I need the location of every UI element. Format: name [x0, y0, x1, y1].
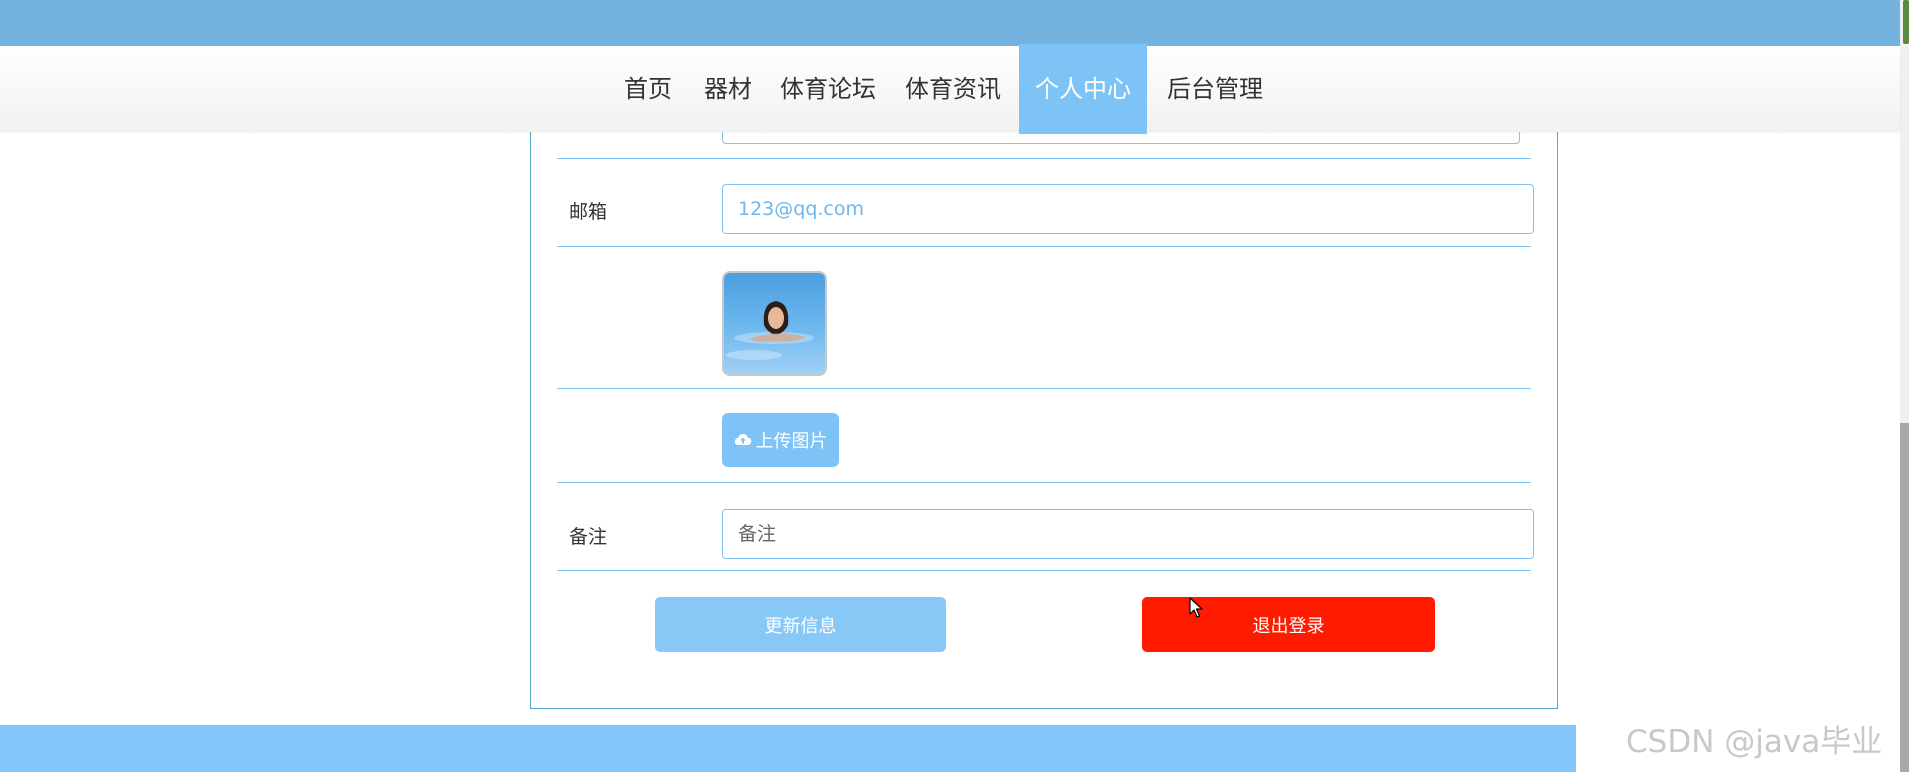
main-nav: 首页 器材 体育论坛 体育资讯 个人中心 后台管理	[0, 44, 1900, 134]
mouse-pointer-icon	[1189, 597, 1203, 623]
top-band	[0, 0, 1900, 46]
nav-item-forum[interactable]: 体育论坛	[776, 46, 880, 132]
upload-button-label: 上传图片	[755, 431, 828, 452]
nav-item-home[interactable]: 首页	[620, 46, 676, 132]
email-field[interactable]	[722, 184, 1534, 234]
nav-item-news[interactable]: 体育资讯	[901, 46, 1005, 132]
logout-button[interactable]: 退出登录	[1142, 597, 1435, 652]
row-divider	[557, 246, 1531, 247]
nav-item-personal-center[interactable]: 个人中心	[1019, 44, 1147, 134]
footer-band	[0, 725, 1576, 772]
cloud-upload-icon	[734, 430, 752, 451]
email-label: 邮箱	[569, 201, 608, 223]
remark-label: 备注	[569, 526, 608, 548]
nav-item-admin[interactable]: 后台管理	[1160, 46, 1270, 132]
scrollbar-thumb[interactable]	[1900, 423, 1909, 772]
nav-item-equipment[interactable]: 器材	[700, 46, 756, 132]
avatar	[722, 271, 827, 376]
row-divider	[557, 388, 1531, 389]
watermark: CSDN @java毕业	[1626, 724, 1883, 760]
scrollbar-top-mark	[1903, 0, 1909, 44]
remark-field[interactable]	[722, 509, 1534, 559]
avatar-image	[724, 273, 825, 374]
upload-image-button[interactable]: 上传图片	[722, 413, 839, 467]
row-divider	[557, 570, 1531, 571]
profile-panel: 邮箱 上传图片	[530, 120, 1558, 709]
update-info-button[interactable]: 更新信息	[655, 597, 946, 652]
row-divider	[557, 158, 1531, 159]
row-divider	[557, 482, 1531, 483]
